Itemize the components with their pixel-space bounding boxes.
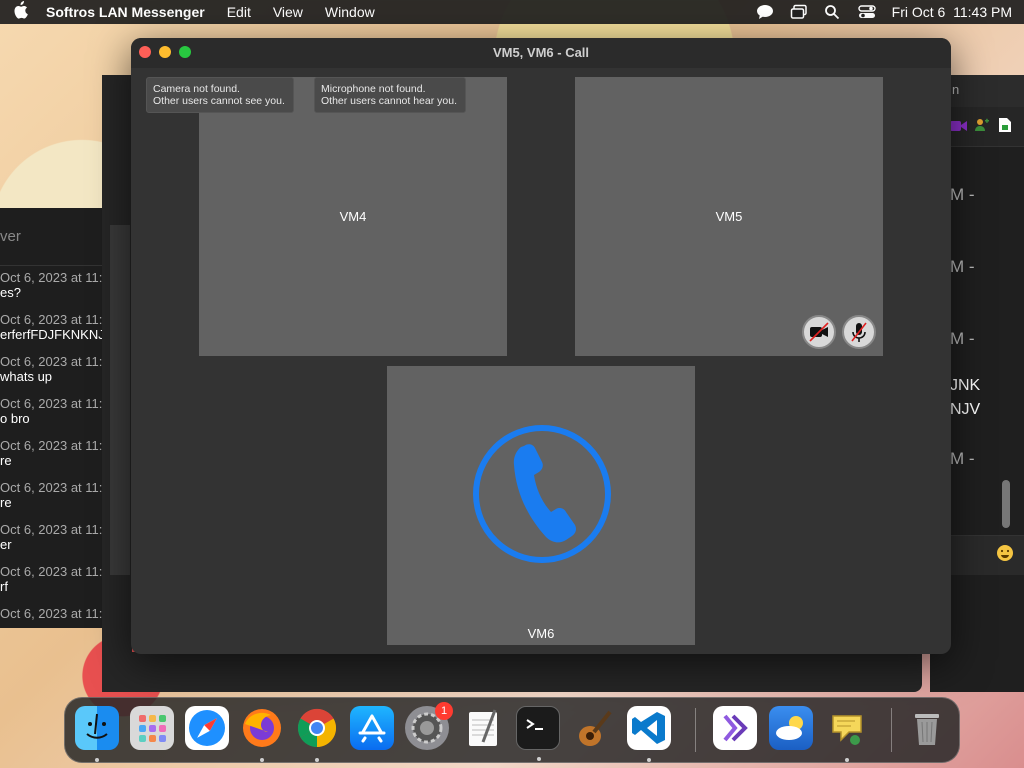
message-timestamp: Oct 6, 2023 at 11: [0, 396, 102, 411]
garageband-icon[interactable] [572, 706, 616, 750]
message-line: NJV [950, 401, 981, 418]
message-line: M - [950, 257, 975, 276]
dock: 1 [64, 697, 960, 763]
app-store-icon[interactable] [350, 706, 394, 750]
message-timestamp: Oct 6, 2023 at 11: [0, 522, 102, 537]
message-line: M - [950, 449, 975, 468]
video-call-icon[interactable] [950, 119, 968, 137]
emoji-icon[interactable] [996, 544, 1014, 567]
firefox-icon[interactable] [240, 706, 284, 762]
microphone-warning-tooltip: Microphone not found. Other users cannot… [314, 77, 466, 113]
chat-message: Oct 6, 2023 at 11: re [0, 478, 102, 520]
menu-bar: Softros LAN Messenger Edit View Window F… [0, 0, 1024, 24]
participant-name: VM4 [339, 209, 367, 224]
phone-call-icon [472, 424, 612, 567]
call-window: VM5, VM6 - Call VM4 VM5 VM6 Camera not f… [131, 38, 951, 654]
window-menu[interactable]: Window [325, 4, 375, 20]
edit-menu[interactable]: Edit [227, 4, 251, 20]
message-timestamp: Oct 6, 2023 at 11: [0, 564, 102, 579]
message-timestamp: Oct 6, 2023 at 11: [0, 354, 102, 369]
message-timestamp: Oct 6, 2023 at 11: [0, 270, 102, 285]
message-timestamp: Oct 6, 2023 at 11: [0, 312, 102, 327]
softros-messenger-icon[interactable] [825, 706, 869, 762]
background-window-sidebar [102, 75, 132, 692]
chat-message: Oct 6, 2023 at 11: erferfFDJFKNKNJ [0, 310, 102, 352]
app-name-menu[interactable]: Softros LAN Messenger [46, 4, 205, 20]
participant-name: VM6 [527, 626, 555, 641]
chat-message: Oct 6, 2023 at 11: es? [0, 268, 102, 310]
message-text: re [0, 495, 12, 510]
add-contact-icon[interactable] [974, 117, 990, 138]
message-text: es? [0, 285, 21, 300]
windows-icon[interactable] [790, 4, 808, 20]
scrollbar-thumb[interactable] [1002, 480, 1010, 528]
participant-name: VM5 [715, 209, 743, 224]
safari-icon[interactable] [185, 706, 229, 750]
chat-header: ver [0, 208, 102, 266]
view-menu[interactable]: View [273, 4, 303, 20]
background-window-bottom [102, 652, 922, 692]
message-line: M - [950, 185, 975, 204]
camera-warning-tooltip: Camera not found. Other users cannot see… [146, 77, 294, 113]
control-center-icon[interactable] [857, 4, 876, 20]
message-text: re [0, 453, 12, 468]
chrome-icon[interactable] [295, 706, 339, 762]
chat-message: Oct 6, 2023 at 11: [0, 604, 102, 628]
close-window-button[interactable] [139, 46, 151, 58]
call-window-titlebar: VM5, VM6 - Call [131, 38, 951, 68]
chat-message: Oct 6, 2023 at 11: rf [0, 562, 102, 604]
chat-message: Oct 6, 2023 at 11: whats up [0, 352, 102, 394]
message-line: M - [950, 329, 975, 348]
zoom-window-button[interactable] [179, 46, 191, 58]
message-timestamp: Oct 6, 2023 at 11: [0, 438, 102, 453]
participant-tile-vm5[interactable]: VM5 [575, 77, 883, 356]
chat-bubble-icon[interactable] [756, 4, 774, 20]
chat-message: Oct 6, 2023 at 11: re [0, 436, 102, 478]
terminal-icon[interactable] [516, 706, 560, 761]
participant-tile-vm6[interactable]: VM6 [387, 366, 695, 645]
finder-icon[interactable] [75, 706, 119, 762]
launchpad-icon[interactable] [130, 706, 174, 750]
message-line: JNK [950, 377, 981, 394]
vscode-icon[interactable] [627, 706, 671, 762]
camera-off-indicator [802, 315, 836, 349]
menubar-clock[interactable]: Fri Oct 6 11:43 PM [892, 4, 1012, 20]
message-text: erferfFDJFKNKNJ [0, 327, 102, 342]
message-text: whats up [0, 369, 53, 384]
weather-icon[interactable] [769, 706, 813, 750]
apple-menu-icon[interactable] [12, 0, 30, 24]
microphone-off-indicator [842, 315, 876, 349]
chat-message: Oct 6, 2023 at 11: er [0, 520, 102, 562]
send-file-icon[interactable] [998, 117, 1012, 138]
message-timestamp: Oct 6, 2023 at 11: [0, 606, 102, 621]
message-text: o bro [0, 411, 30, 426]
trash-icon[interactable] [905, 706, 949, 750]
chat-message: Oct 6, 2023 at 11: o bro [0, 394, 102, 436]
participant-tile-vm4[interactable]: VM4 [199, 77, 507, 356]
notification-badge: 1 [435, 702, 453, 720]
background-chat-window: ver Oct 6, 2023 at 11: es? Oct 6, 2023 at … [0, 208, 102, 628]
call-window-title: VM5, VM6 - Call [492, 45, 590, 60]
textedit-icon[interactable] [461, 706, 505, 750]
minimize-window-button[interactable] [159, 46, 171, 58]
visual-studio-icon[interactable] [713, 706, 757, 750]
message-timestamp: Oct 6, 2023 at 11: [0, 480, 102, 495]
message-text: rf [0, 579, 8, 594]
message-text: er [0, 537, 12, 552]
system-settings-icon[interactable]: 1 [405, 702, 453, 750]
search-icon[interactable] [824, 4, 842, 20]
